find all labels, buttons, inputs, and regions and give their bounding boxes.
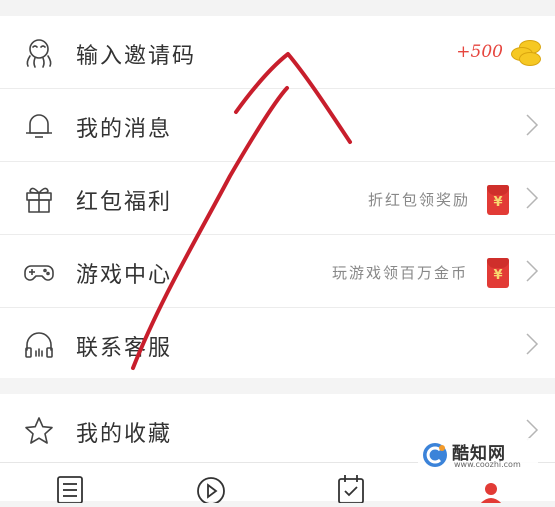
invite-bonus-points: +500 — [456, 42, 503, 62]
menu-item-label: 红包福利 — [76, 190, 173, 215]
menu-item-label: 输入邀请码 — [76, 44, 197, 69]
menu-item-label: 我的消息 — [76, 117, 173, 142]
video-tab-icon[interactable] — [195, 473, 227, 507]
menu-item-my-messages[interactable]: 我的消息 — [0, 89, 555, 162]
chevron-right-icon — [525, 113, 539, 137]
invite-code-icon — [22, 36, 56, 70]
menu-item-label: 联系客服 — [76, 336, 173, 361]
menu-item-label: 游戏中心 — [76, 263, 173, 288]
gift-icon — [22, 182, 56, 216]
bell-icon — [22, 109, 56, 143]
gold-coins-icon — [507, 38, 541, 66]
chevron-right-icon — [525, 332, 539, 356]
watermark: 酷知网 www.coozhi.com — [418, 438, 538, 474]
news-tab-icon[interactable] — [56, 473, 84, 507]
watermark-url: www.coozhi.com — [454, 460, 521, 469]
menu-section-main: 输入邀请码 +500 我的消息 红包福利 折红包领奖励 ¥ 游戏中心 玩游戏领百… — [0, 16, 555, 378]
red-packet-icon: ¥ — [487, 185, 509, 215]
game-center-hint: 玩游戏领百万金币 — [332, 264, 469, 282]
chevron-right-icon — [525, 259, 539, 283]
menu-item-invite-code[interactable]: 输入邀请码 +500 — [0, 16, 555, 89]
menu-item-customer-service[interactable]: 联系客服 — [0, 308, 555, 381]
red-packet-hint: 折红包领奖励 — [368, 191, 471, 209]
chevron-right-icon — [525, 186, 539, 210]
yen-symbol: ¥ — [493, 268, 503, 283]
menu-item-game-center[interactable]: 游戏中心 玩游戏领百万金币 ¥ — [0, 235, 555, 308]
tasks-tab-icon[interactable] — [336, 473, 366, 507]
gamepad-icon — [22, 255, 56, 289]
headset-icon — [22, 328, 56, 362]
menu-item-label: 我的收藏 — [76, 422, 173, 447]
top-spacer — [0, 0, 555, 16]
red-packet-icon: ¥ — [487, 258, 509, 288]
profile-tab-icon[interactable] — [476, 473, 506, 507]
coozhi-logo-icon — [422, 442, 448, 468]
menu-item-red-packet-welfare[interactable]: 红包福利 折红包领奖励 ¥ — [0, 162, 555, 235]
yen-symbol: ¥ — [493, 195, 503, 210]
star-icon — [22, 414, 56, 448]
